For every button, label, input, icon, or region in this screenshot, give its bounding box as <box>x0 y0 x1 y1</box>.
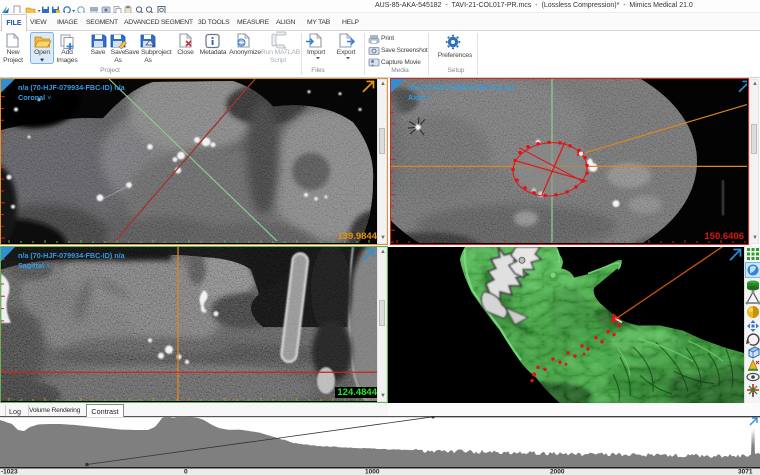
svg-text:0: 0 <box>184 469 188 475</box>
svg-text:3071: 3071 <box>738 469 753 475</box>
svg-text:2000: 2000 <box>550 469 565 475</box>
svg-text:1000: 1000 <box>365 469 380 475</box>
svg-text:-1023: -1023 <box>1 469 18 475</box>
